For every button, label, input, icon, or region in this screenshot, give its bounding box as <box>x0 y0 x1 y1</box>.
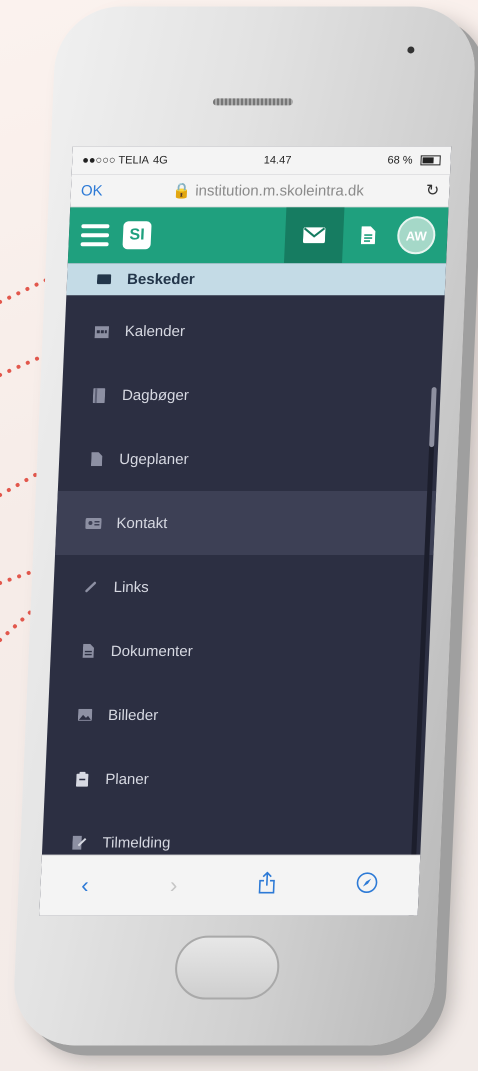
forward-chevron-icon[interactable]: › <box>169 873 177 899</box>
side-menu: Beskeder Kalender Dagbøger Ugeplaner Kon… <box>41 263 447 916</box>
documents-button[interactable] <box>342 207 394 263</box>
app-header: SI AW <box>67 207 449 264</box>
battery-icon <box>420 155 441 166</box>
menu-item-label: Billeder <box>107 706 159 724</box>
compass-icon[interactable] <box>356 872 379 900</box>
menu-item-ugeplaner[interactable]: Ugeplaner <box>58 427 439 491</box>
calendar-icon <box>91 324 114 339</box>
back-chevron-icon[interactable]: ‹ <box>81 873 89 899</box>
phone-screen: ●●○○○ TELIA 4G 14.47 68 % OK 🔒 instituti… <box>39 146 452 916</box>
ok-button[interactable]: OK <box>81 182 122 199</box>
menu-item-label: Planer <box>104 770 150 788</box>
menu-item-label: Links <box>113 578 150 596</box>
menu-item-label: Dokumenter <box>110 642 194 660</box>
menu-item-planer[interactable]: Planer <box>44 747 425 811</box>
contact-card-icon <box>82 517 105 529</box>
share-icon[interactable] <box>258 871 275 900</box>
menu-item-kontakt[interactable]: Kontakt <box>55 491 437 555</box>
phone-mockup: ●●○○○ TELIA 4G 14.47 68 % OK 🔒 instituti… <box>11 6 478 1068</box>
front-camera <box>407 46 415 54</box>
carrier-label: ●●○○○ TELIA <box>82 154 150 167</box>
menu-item-dagboger[interactable]: Dagbøger <box>61 363 442 427</box>
battery-percent: 68 % <box>387 154 413 167</box>
hamburger-menu-icon[interactable] <box>80 224 110 247</box>
menu-item-label: Beskeder <box>126 270 196 288</box>
phone-body: ●●○○○ TELIA 4G 14.47 68 % OK 🔒 instituti… <box>11 6 478 1046</box>
network-label: 4G <box>152 154 168 167</box>
messages-button[interactable] <box>283 207 345 264</box>
signup-icon <box>68 835 91 850</box>
menu-item-label: Kalender <box>124 322 186 340</box>
menu-item-label: Kontakt <box>116 514 168 532</box>
user-avatar[interactable]: AW <box>396 216 437 255</box>
clock: 14.47 <box>263 154 292 167</box>
menu-item-label: Dagbøger <box>121 386 190 404</box>
link-icon <box>79 580 102 594</box>
file-icon <box>77 643 100 658</box>
url-field[interactable]: 🔒 institution.m.skoleintra.dk <box>121 181 416 199</box>
browser-url-bar: OK 🔒 institution.m.skoleintra.dk ↻ <box>70 174 451 208</box>
menu-item-label: Ugeplaner <box>118 450 189 468</box>
envelope-icon <box>302 227 326 244</box>
menu-item-label: Tilmelding <box>102 834 171 852</box>
envelope-icon <box>93 274 115 285</box>
document-icon <box>85 452 108 467</box>
reload-icon[interactable]: ↻ <box>415 180 440 200</box>
menu-item-kalender[interactable]: Kalender <box>63 299 444 363</box>
image-icon <box>74 708 97 721</box>
clipboard-icon <box>71 771 94 787</box>
app-logo[interactable]: SI <box>122 221 152 250</box>
browser-toolbar: ‹ › <box>39 854 421 916</box>
book-icon <box>88 387 111 403</box>
document-icon <box>360 226 376 245</box>
menu-item-links[interactable]: Links <box>52 555 433 619</box>
menu-item-billeder[interactable]: Billeder <box>47 683 428 747</box>
menu-item-beskeder[interactable]: Beskeder <box>66 263 447 296</box>
status-bar: ●●○○○ TELIA 4G 14.47 68 % <box>71 146 452 175</box>
home-button[interactable] <box>173 935 281 1000</box>
menu-item-dokumenter[interactable]: Dokumenter <box>49 619 430 683</box>
earpiece-speaker <box>212 98 294 106</box>
